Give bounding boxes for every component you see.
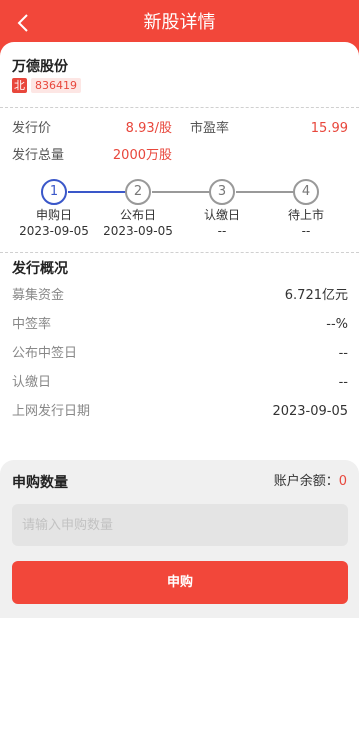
- step-2-circle: 2: [125, 179, 151, 205]
- overview-row: 公布中签日 --: [12, 344, 348, 364]
- step-connector: [68, 191, 126, 193]
- issue-price-label: 发行价: [12, 121, 52, 136]
- step-3-date: --: [217, 224, 227, 238]
- overview-row: 上网发行日期 2023-09-05: [12, 402, 348, 422]
- row-label: 中签率: [12, 317, 52, 332]
- subscribe-title: 申购数量: [12, 475, 68, 491]
- step-connector: [236, 191, 294, 193]
- step-1-label: 申购日: [35, 208, 72, 222]
- row-value: --: [338, 346, 348, 361]
- step-2-label: 公布日: [119, 208, 156, 222]
- stock-code: 836419: [31, 78, 81, 93]
- step-1-circle: 1: [41, 179, 67, 205]
- row-label: 募集资金: [12, 288, 65, 303]
- account-balance: 账户余额：0: [274, 470, 347, 489]
- divider: [0, 252, 359, 253]
- row-label: 认缴日: [12, 375, 52, 390]
- row-label: 公布中签日: [12, 346, 78, 361]
- overview-row: 认缴日 --: [12, 373, 348, 393]
- row-value: 2023-09-05: [272, 404, 348, 419]
- row-value: --%: [326, 317, 348, 332]
- step-3-circle: 3: [209, 179, 235, 205]
- progress-steps: 1 2 3 4 申购日 公布日 认缴日 待上市 2023-09-05 2023-…: [0, 176, 359, 246]
- quantity-input[interactable]: [12, 504, 348, 546]
- overview-title: 发行概况: [12, 261, 68, 277]
- step-connector: [152, 191, 210, 193]
- step-1-date: 2023-09-05: [19, 224, 89, 238]
- exchange-badge: 北: [12, 78, 27, 93]
- pe-label: 市盈率: [190, 121, 230, 136]
- step-2-date: 2023-09-05: [103, 224, 173, 238]
- overview-row: 中签率 --%: [12, 315, 348, 335]
- balance-value: 0: [338, 474, 347, 489]
- row-value: --: [338, 375, 348, 390]
- page-title: 新股详情: [143, 12, 216, 33]
- stock-name: 万德股份: [12, 59, 68, 75]
- divider: [0, 107, 359, 108]
- pe-value: 15.99: [310, 121, 348, 136]
- step-4-label: 待上市: [287, 208, 324, 222]
- row-value: 6.721亿元: [284, 288, 348, 303]
- step-3-label: 认缴日: [203, 208, 240, 222]
- subscribe-button[interactable]: 申购: [12, 561, 348, 604]
- row-label: 上网发行日期: [12, 404, 91, 419]
- balance-label: 账户余额：: [273, 474, 339, 489]
- total-issue-value: 2000万股: [112, 148, 172, 163]
- step-4-date: --: [301, 224, 311, 238]
- total-issue-label: 发行总量: [12, 148, 65, 163]
- step-4-circle: 4: [293, 179, 319, 205]
- issue-price-value: 8.93/股: [125, 121, 172, 136]
- overview-row: 募集资金 6.721亿元: [12, 286, 348, 306]
